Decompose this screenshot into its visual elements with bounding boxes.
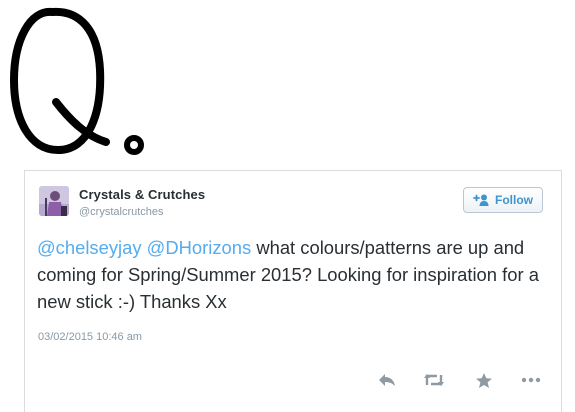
- mention-link[interactable]: @chelseyjay: [37, 237, 142, 258]
- author-handle[interactable]: @crystalcrutches: [79, 206, 164, 218]
- tweet-card: Crystals & Crutches @crystalcrutches Fol…: [24, 170, 562, 412]
- follow-user-icon: [473, 193, 489, 207]
- more-options-icon[interactable]: [519, 369, 543, 391]
- handwritten-q-mark: [10, 7, 144, 155]
- reply-icon[interactable]: [375, 369, 399, 391]
- favorite-star-icon[interactable]: [472, 369, 496, 391]
- tweet-actions: [25, 369, 563, 391]
- tweet-timestamp[interactable]: 03/02/2015 10:46 am: [38, 331, 142, 343]
- mention-link[interactable]: @DHorizons: [147, 237, 252, 258]
- retweet-icon[interactable]: [422, 369, 446, 391]
- follow-button[interactable]: Follow: [463, 187, 543, 213]
- follow-button-label: Follow: [495, 193, 533, 207]
- author-name[interactable]: Crystals & Crutches: [79, 187, 205, 202]
- tweet-text: @chelseyjay @DHorizons what colours/patt…: [37, 234, 542, 315]
- avatar[interactable]: [39, 186, 69, 216]
